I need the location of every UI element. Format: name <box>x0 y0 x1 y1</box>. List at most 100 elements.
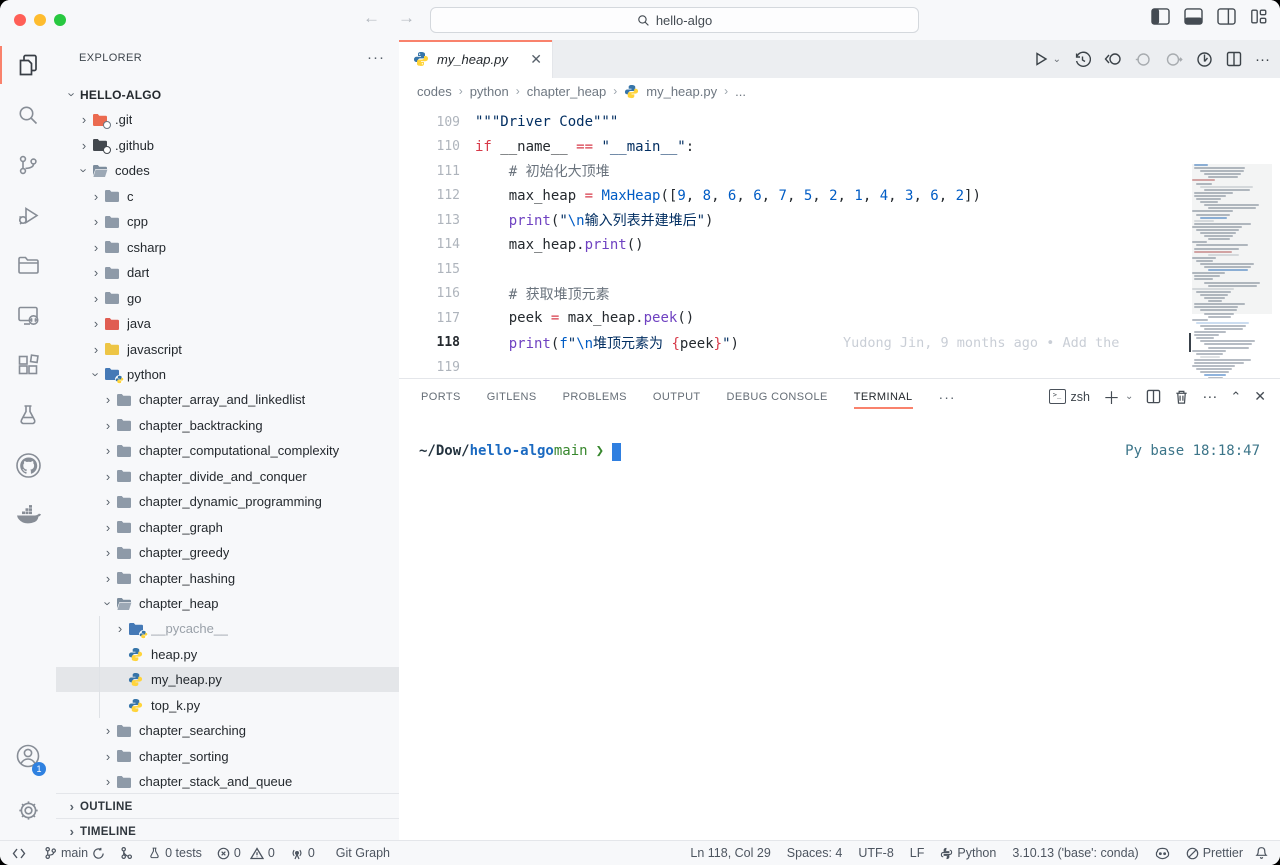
remote-indicator[interactable] <box>12 847 26 860</box>
code-line-117[interactable]: 117 peek = max_heap.peek() <box>399 306 1192 331</box>
activity-run-debug-button[interactable] <box>0 190 56 240</box>
toggle-secondary-sidebar-icon[interactable] <box>1217 8 1236 25</box>
tree-item--git[interactable]: ›.git <box>56 107 399 132</box>
git-graph-button[interactable]: Git Graph <box>336 846 390 860</box>
code-line-118[interactable]: 118 print(f"\n堆顶元素为 {peek}")Yudong Jin, … <box>399 331 1192 356</box>
tree-item-python[interactable]: ›python <box>56 362 399 387</box>
code-line-119[interactable]: 119 <box>399 355 1192 378</box>
activity-extensions-button[interactable] <box>0 340 56 390</box>
copilot-status[interactable] <box>1155 847 1170 860</box>
indentation-status[interactable]: Spaces: 4 <box>787 846 843 860</box>
tree-item-heap-py[interactable]: heap.py <box>56 642 399 667</box>
activity-docker-button[interactable] <box>0 490 56 540</box>
timeline-section-header[interactable]: › TIMELINE <box>56 818 399 840</box>
panel-tab-debug-console[interactable]: DEBUG CONSOLE <box>727 379 828 414</box>
activity-remote-explorer-button[interactable] <box>0 290 56 340</box>
tests-status[interactable]: 0 tests <box>148 846 202 860</box>
panel-tab-output[interactable]: OUTPUT <box>653 379 701 414</box>
breadcrumb-item-chapter-heap[interactable]: chapter_heap <box>527 84 607 99</box>
code-line-115[interactable]: 115 <box>399 257 1192 282</box>
tree-item-java[interactable]: ›java <box>56 311 399 336</box>
notifications-bell[interactable] <box>1255 846 1268 860</box>
tree-item--pycache-[interactable]: ›__pycache__ <box>56 616 399 641</box>
settings-button[interactable] <box>0 784 56 836</box>
tab-close-icon[interactable]: ✕ <box>530 51 542 68</box>
nav-back-icon[interactable]: ← <box>363 8 380 28</box>
kill-terminal-trash-icon[interactable] <box>1174 389 1189 405</box>
tree-item-javascript[interactable]: ›javascript <box>56 337 399 362</box>
activity-testing-button[interactable] <box>0 390 56 440</box>
explorer-more-actions-icon[interactable]: ··· <box>367 49 385 66</box>
breadcrumb-item-my-heap-py[interactable]: my_heap.py <box>646 84 717 99</box>
tree-item-chapter-heap[interactable]: ›chapter_heap <box>56 591 399 616</box>
feedback-status[interactable]: 0 <box>290 846 315 860</box>
code-line-114[interactable]: 114 max_heap.print() <box>399 233 1192 258</box>
tree-root-hello-algo[interactable]: ›HELLO-ALGO <box>56 82 399 107</box>
close-window-button[interactable] <box>14 14 26 26</box>
activity-project-manager-button[interactable] <box>0 240 56 290</box>
minimap[interactable] <box>1192 164 1272 378</box>
language-mode-status[interactable]: Python <box>940 846 996 860</box>
tree-item-chapter-computational-complexity[interactable]: ›chapter_computational_complexity <box>56 438 399 463</box>
panel-more-actions-icon[interactable]: ··· <box>1202 388 1217 405</box>
breadcrumb-item-python[interactable]: python <box>470 84 509 99</box>
tab-my-heap[interactable]: my_heap.py ✕ <box>399 40 553 78</box>
toggle-sidebar-icon[interactable] <box>1151 8 1170 25</box>
prettier-status[interactable]: Prettier <box>1186 846 1243 860</box>
tree-item--github[interactable]: ›.github <box>56 133 399 158</box>
split-terminal-icon[interactable] <box>1146 389 1161 404</box>
code-editor[interactable]: 109"""Driver Code"""110if __name__ == "_… <box>399 104 1280 378</box>
code-line-110[interactable]: 110if __name__ == "__main__": <box>399 135 1192 160</box>
run-dropdown-icon[interactable]: ⌄ <box>1053 54 1061 65</box>
customize-layout-icon[interactable] <box>1250 8 1268 25</box>
panel-tab-ports[interactable]: PORTS <box>421 379 461 414</box>
tree-item-chapter-backtracking[interactable]: ›chapter_backtracking <box>56 413 399 438</box>
gitlens-graph-icon[interactable] <box>1196 51 1213 68</box>
breadcrumb-item-codes[interactable]: codes <box>417 84 452 99</box>
toggle-panel-icon[interactable] <box>1184 8 1203 25</box>
code-line-113[interactable]: 113 print("\n输入列表并建堆后") <box>399 208 1192 233</box>
panel-tab-problems[interactable]: PROBLEMS <box>563 379 627 414</box>
nav-forward-icon[interactable]: → <box>398 8 415 28</box>
activity-source-control-button[interactable] <box>0 140 56 190</box>
editor-more-actions-icon[interactable]: ··· <box>1255 51 1270 68</box>
command-center-search[interactable]: hello-algo <box>430 7 919 33</box>
run-python-file-button[interactable] <box>1033 51 1049 67</box>
activity-search-button[interactable] <box>0 90 56 140</box>
tree-item-top-k-py[interactable]: top_k.py <box>56 693 399 718</box>
tree-item-my-heap-py[interactable]: my_heap.py <box>56 667 399 692</box>
minimap-slider[interactable] <box>1192 164 1272 314</box>
git-graph-icon-button[interactable] <box>120 846 133 860</box>
terminal-dropdown-icon[interactable]: ⌄ <box>1125 391 1133 402</box>
timeline-history-icon[interactable] <box>1074 51 1091 68</box>
code-line-112[interactable]: 112 max_heap = MaxHeap([9, 8, 6, 6, 7, 5… <box>399 184 1192 209</box>
split-editor-icon[interactable] <box>1226 51 1242 67</box>
tree-item-go[interactable]: ›go <box>56 286 399 311</box>
tree-item-chapter-greedy[interactable]: ›chapter_greedy <box>56 540 399 565</box>
sync-icon[interactable] <box>92 847 105 860</box>
tree-item-chapter-stack-and-queue[interactable]: ›chapter_stack_and_queue <box>56 769 399 794</box>
breadcrumb-item--[interactable]: ... <box>735 84 746 99</box>
terminal-prompt-line[interactable]: ~/Dow/hello-algo main❯ Py base 18:18:47 <box>419 443 1260 461</box>
tree-item-csharp[interactable]: ›csharp <box>56 235 399 260</box>
maximize-panel-icon[interactable]: ⌃ <box>1230 389 1241 405</box>
cursor-position-status[interactable]: Ln 118, Col 29 <box>690 846 770 860</box>
code-line-109[interactable]: 109"""Driver Code""" <box>399 110 1192 135</box>
code-line-116[interactable]: 116 # 获取堆顶元素 <box>399 282 1192 307</box>
terminal-shell-selector[interactable]: >_ zsh <box>1049 389 1090 404</box>
accounts-button[interactable]: 1 <box>0 728 56 784</box>
maximize-window-button[interactable] <box>54 14 66 26</box>
activity-explorer-button[interactable] <box>0 40 56 90</box>
tree-item-chapter-hashing[interactable]: ›chapter_hashing <box>56 566 399 591</box>
panel-tab-terminal[interactable]: TERMINAL <box>854 379 913 414</box>
tree-item-chapter-dynamic-programming[interactable]: ›chapter_dynamic_programming <box>56 489 399 514</box>
tree-item-chapter-graph[interactable]: ›chapter_graph <box>56 515 399 540</box>
tree-item-codes[interactable]: ›codes <box>56 158 399 183</box>
tree-item-dart[interactable]: ›dart <box>56 260 399 285</box>
git-branch-status[interactable]: main <box>44 846 105 860</box>
tree-item-chapter-divide-and-conquer[interactable]: ›chapter_divide_and_conquer <box>56 464 399 489</box>
problems-status[interactable]: 0 0 <box>217 846 275 860</box>
encoding-status[interactable]: UTF-8 <box>858 846 893 860</box>
minimize-window-button[interactable] <box>34 14 46 26</box>
eol-status[interactable]: LF <box>910 846 925 860</box>
